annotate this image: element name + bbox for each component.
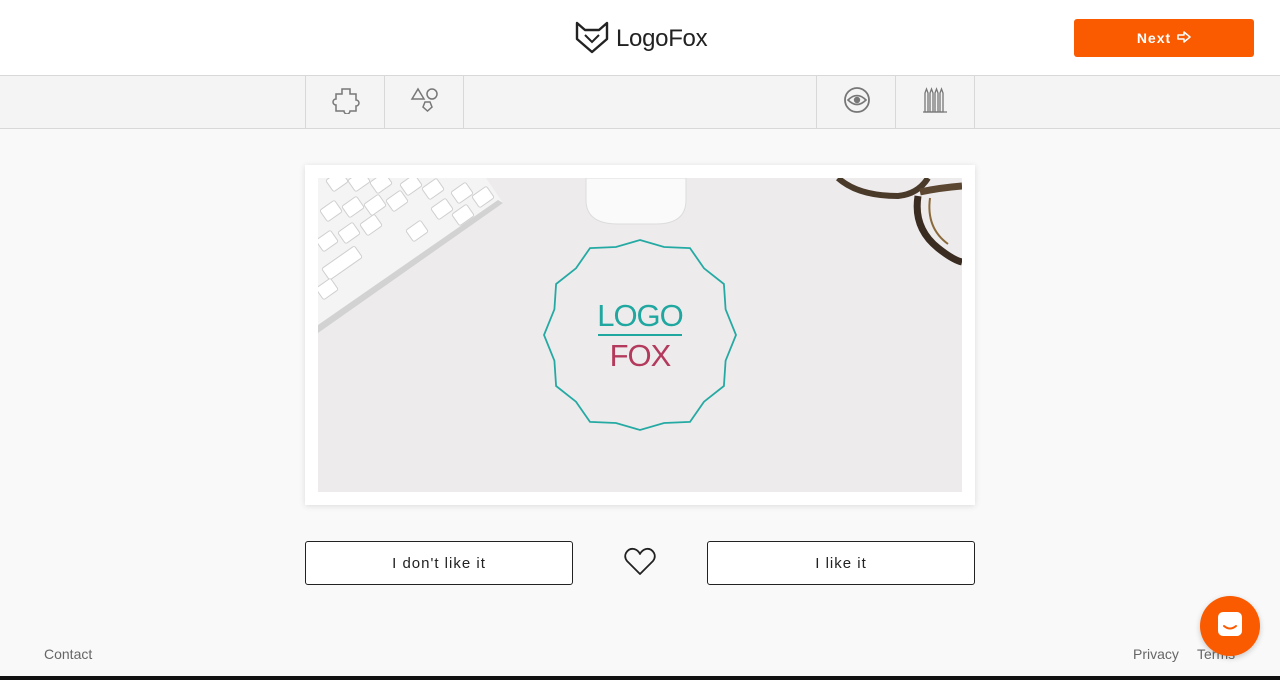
like-button[interactable]: I like it (707, 541, 975, 585)
bottom-edge (0, 676, 1280, 680)
shapes-icon (410, 86, 440, 119)
fox-logo-icon (574, 19, 610, 60)
contact-link[interactable]: Contact (44, 646, 92, 662)
tool-preview[interactable] (816, 76, 896, 128)
logo-line-2: FOX (609, 338, 672, 373)
logo-preview-card: LOGO FOX (305, 165, 975, 505)
puzzle-icon (331, 86, 360, 119)
logo-mockup-image: LOGO FOX (318, 178, 962, 492)
privacy-link[interactable]: Privacy (1133, 646, 1179, 662)
logo-line-1: LOGO (597, 298, 684, 333)
tool-shapes[interactable] (384, 76, 464, 128)
arrow-right-icon (1177, 30, 1191, 46)
brand-logo[interactable]: LogoFox (574, 19, 708, 60)
pencils-icon (922, 85, 948, 120)
next-button[interactable]: Next (1074, 19, 1254, 57)
tool-symbol[interactable] (305, 76, 385, 128)
tool-colors[interactable] (895, 76, 975, 128)
logo-divider (598, 334, 682, 336)
brand-name: LogoFox (616, 25, 708, 52)
chat-icon (1215, 609, 1245, 644)
heart-icon[interactable] (622, 546, 658, 578)
eye-icon (842, 85, 872, 120)
chat-launcher-button[interactable] (1200, 596, 1260, 656)
mouse-illustration (585, 178, 687, 225)
dislike-button[interactable]: I don't like it (305, 541, 573, 585)
next-button-label: Next (1136, 30, 1172, 46)
top-header: LogoFox Next (0, 0, 1280, 76)
glasses-illustration (835, 178, 962, 266)
editor-toolbar (0, 76, 1280, 129)
toolbar-divider (463, 76, 464, 128)
